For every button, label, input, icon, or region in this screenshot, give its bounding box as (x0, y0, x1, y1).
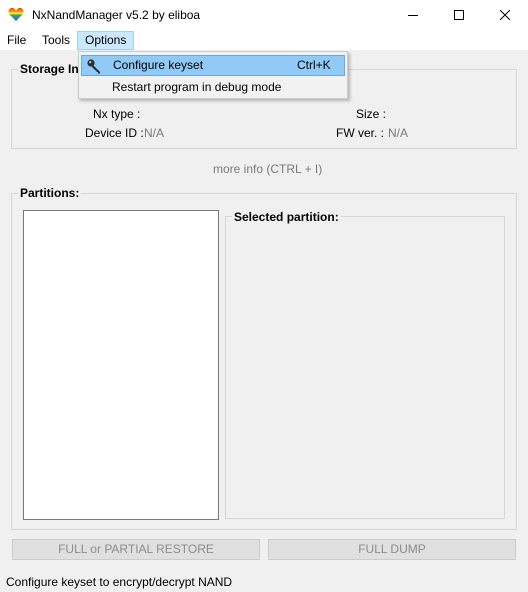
maximize-icon (454, 10, 464, 20)
menu-item-shortcut: Ctrl+K (297, 58, 331, 72)
title-bar: NxNandManager v5.2 by eliboa (0, 0, 528, 30)
minimize-icon (408, 15, 418, 16)
close-button[interactable] (482, 0, 528, 30)
minimize-button[interactable] (390, 0, 436, 30)
menu-item-label: Configure keyset (113, 58, 204, 72)
rainbow-heart-icon (8, 8, 24, 21)
menu-item-label: Restart program in debug mode (112, 80, 282, 94)
menu-item-restart-debug[interactable]: Restart program in debug mode (81, 77, 345, 98)
partitions-list[interactable] (23, 210, 219, 520)
menu-file[interactable]: File (0, 31, 33, 50)
fw-ver-label: FW ver. : (336, 126, 384, 140)
device-id-label: Device ID : (85, 126, 144, 140)
storage-info-title: Storage In (18, 62, 81, 76)
maximize-button[interactable] (436, 0, 482, 30)
full-dump-button[interactable]: FULL DUMP (268, 539, 516, 560)
selected-partition-group (225, 216, 505, 519)
status-text: Configure keyset to encrypt/decrypt NAND (6, 575, 233, 589)
menu-bar: File Tools Options (0, 30, 528, 50)
menu-options[interactable]: Options (77, 31, 135, 50)
size-label: Size : (356, 107, 387, 121)
options-dropdown: Configure keyset Ctrl+K Restart program … (78, 51, 348, 99)
fw-ver-value: N/A (388, 126, 409, 140)
more-info-link[interactable]: more info (CTRL + I) (213, 162, 322, 176)
nx-type-label: Nx type : (93, 107, 141, 121)
key-icon (87, 59, 100, 74)
selected-partition-title: Selected partition: (232, 210, 341, 224)
window-title: NxNandManager v5.2 by eliboa (32, 8, 201, 22)
restore-button[interactable]: FULL or PARTIAL RESTORE (12, 539, 260, 560)
partitions-title: Partitions: (18, 186, 82, 200)
menu-tools[interactable]: Tools (35, 31, 77, 50)
close-icon (500, 10, 510, 20)
menu-item-configure-keyset[interactable]: Configure keyset Ctrl+K (81, 55, 345, 76)
device-id-value: N/A (144, 126, 165, 140)
